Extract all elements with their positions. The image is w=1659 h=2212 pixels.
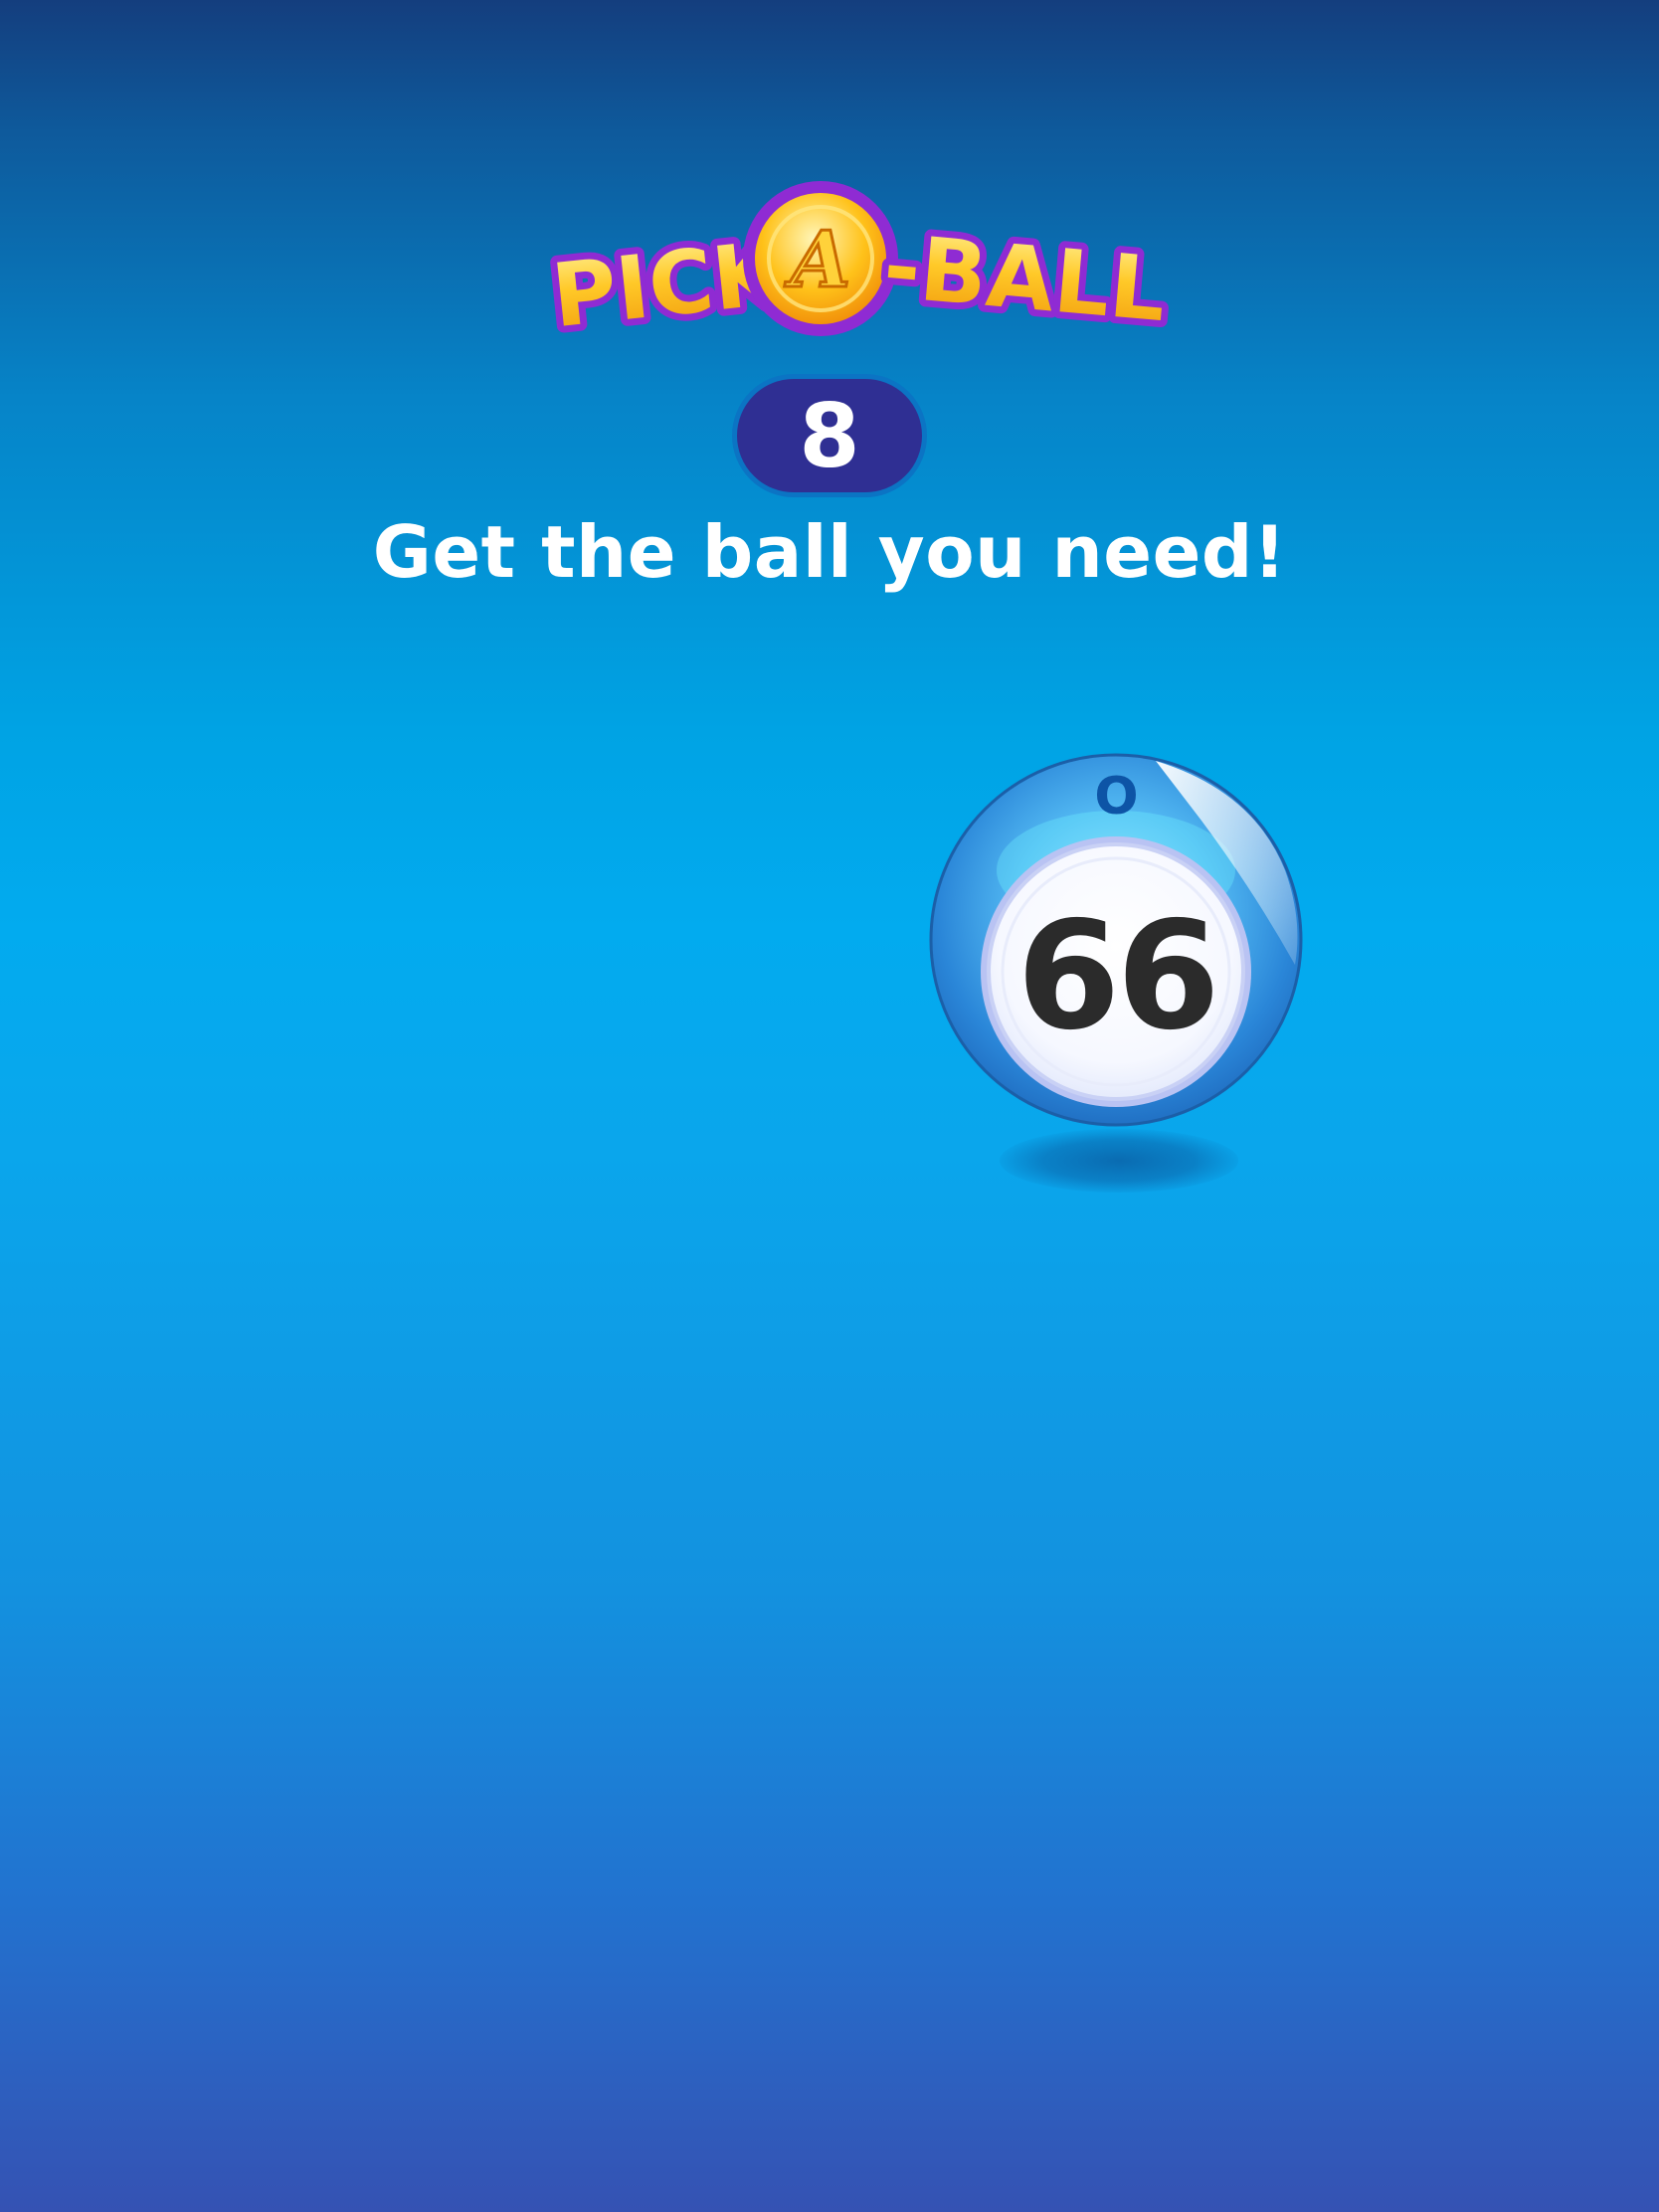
logo-center-letter: A: [784, 215, 851, 305]
pick-a-ball-logo: PICK- A -BALL: [467, 169, 1203, 354]
logo-graphic: PICK- A -BALL: [540, 181, 1177, 354]
ball-shadow: [1000, 1129, 1238, 1193]
instruction-text: Get the ball you need!: [372, 510, 1287, 594]
bingo-ball[interactable]: O 66: [925, 751, 1308, 1208]
counter-value: 8: [799, 385, 860, 487]
logo-right-text: -BALL: [880, 215, 1171, 341]
ball-letter: O: [1094, 767, 1139, 827]
ball-number: 66: [1016, 890, 1220, 1063]
balls-remaining-counter: 8: [732, 374, 927, 497]
logo-coin-icon: A: [743, 181, 898, 336]
